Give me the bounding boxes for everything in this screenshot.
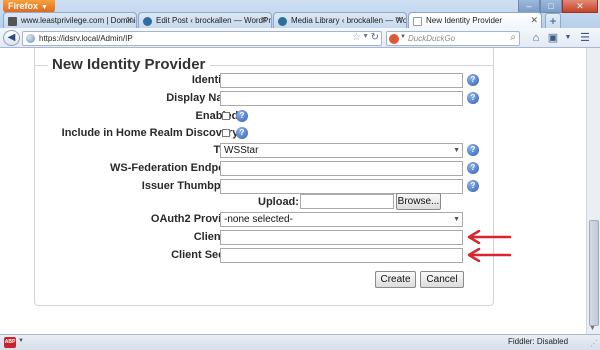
search-engine-dropdown-icon[interactable]: ▼ (400, 34, 406, 40)
page-favicon-icon (413, 17, 422, 26)
help-icon[interactable]: ? (467, 162, 479, 174)
firefox-menu-label: Firefox (8, 1, 39, 11)
identifier-input[interactable] (220, 73, 463, 88)
type-selected-value: WSStar (224, 145, 259, 156)
tab-edit-post[interactable]: Edit Post ‹ brockallen — WordPress ✕ (138, 12, 272, 29)
tab-media-library[interactable]: Media Library ‹ brockallen — WordPr... ✕ (273, 12, 407, 29)
site-favicon-icon (8, 17, 17, 26)
home-realm-checkbox[interactable] (222, 129, 230, 137)
form-legend: New Identity Provider (50, 56, 208, 73)
menu-icon[interactable]: ☰ (578, 31, 592, 45)
tab-close-icon[interactable]: ✕ (530, 15, 538, 26)
red-arrow-annotation-icon (467, 230, 512, 244)
tab-leastprivilege[interactable]: www.leastprivilege.com | Dominick B... ✕ (3, 12, 137, 29)
scroll-down-arrow-icon[interactable]: ▼ (589, 325, 596, 332)
browse-button[interactable]: Browse... (396, 193, 441, 210)
home-realm-label: Include in Home Realm Discovery: (61, 127, 242, 139)
identifier-row: Identifier: ? (34, 72, 494, 89)
form-actions: Create Cancel (34, 271, 494, 288)
resize-grip-icon: ⋰ (590, 339, 598, 348)
home-icon[interactable]: ⌂ (529, 31, 543, 45)
tab-strip: www.leastprivilege.com | Dominick B... ✕… (3, 12, 561, 29)
client-secret-input[interactable] (220, 248, 463, 263)
bookmark-star-icon[interactable]: ☆ (352, 32, 361, 43)
tab-label: Media Library ‹ brockallen — WordPr... (291, 16, 407, 25)
tab-label: New Identity Provider (426, 16, 503, 25)
status-bar: ABP ▼ Fiddler: Disabled ⋰ (0, 334, 600, 350)
close-window-button[interactable]: ✕ (562, 0, 598, 13)
home-realm-row: Include in Home Realm Discovery: ? (34, 125, 494, 142)
adblock-plus-icon[interactable]: ABP (4, 337, 16, 348)
type-select[interactable]: WSStar ▼ (220, 143, 463, 158)
tab-new-identity-provider[interactable]: New Identity Provider ✕ (408, 12, 542, 29)
upload-file-field[interactable] (300, 194, 394, 209)
chevron-down-icon: ▼ (453, 216, 460, 223)
globe-icon (26, 34, 35, 43)
client-secret-row: Client Secret: (34, 247, 494, 264)
client-id-row: Client ID: (34, 229, 494, 246)
wsfed-endpoint-row: WS-Federation Endpoint: ? (34, 160, 494, 177)
help-icon[interactable]: ? (236, 127, 248, 139)
help-icon[interactable]: ? (467, 180, 479, 192)
tab-label: Edit Post ‹ brockallen — WordPress (156, 16, 272, 25)
oauth2-provider-row: OAuth2 Provider: -none selected- ▼ (34, 211, 494, 228)
issuer-thumbprint-input[interactable] (220, 179, 463, 194)
wordpress-favicon-icon (278, 17, 287, 26)
red-arrow-annotation-icon (467, 248, 512, 262)
client-id-input[interactable] (220, 230, 463, 245)
enabled-checkbox[interactable] (222, 112, 230, 120)
tab-close-icon[interactable]: ✕ (395, 15, 403, 26)
create-button[interactable]: Create (375, 271, 416, 288)
scrollbar-thumb[interactable] (589, 220, 599, 326)
new-tab-button[interactable]: + (545, 13, 561, 29)
help-icon[interactable]: ? (467, 144, 479, 156)
type-row: Type: WSStar ▼ ? (34, 142, 494, 159)
help-icon[interactable]: ? (467, 74, 479, 86)
fieldset-border (34, 65, 48, 66)
url-bar[interactable]: https://idsrv.local/Admin/IP ☆ ▼ ↻ (22, 31, 382, 46)
oauth2-provider-select[interactable]: -none selected- ▼ (220, 212, 463, 227)
chevron-down-icon: ▼ (453, 147, 460, 154)
back-arrow-icon[interactable]: ◀ (3, 30, 20, 46)
duckduckgo-icon[interactable] (389, 34, 399, 44)
toolbar-dropdown-icon[interactable]: ▼ (561, 31, 575, 45)
fieldset-border (210, 65, 494, 66)
oauth2-provider-selected-value: -none selected- (224, 214, 293, 225)
navigation-bar: ◀ https://idsrv.local/Admin/IP ☆ ▼ ↻ ▼ D… (0, 28, 600, 48)
tab-close-icon[interactable]: ✕ (125, 15, 133, 26)
help-icon[interactable]: ? (467, 92, 479, 104)
search-bar[interactable]: ▼ DuckDuckGo ⌕ (386, 31, 520, 46)
help-icon[interactable]: ? (236, 110, 248, 122)
enabled-row: Enabled: ? (34, 108, 494, 125)
fiddler-status[interactable]: Fiddler: Disabled (508, 337, 568, 346)
chevron-down-icon: ▼ (41, 4, 48, 11)
display-name-input[interactable] (220, 91, 463, 106)
tab-close-icon[interactable]: ✕ (260, 15, 268, 26)
vertical-scrollbar[interactable]: ▼ (586, 48, 600, 334)
tab-label: www.leastprivilege.com | Dominick B... (21, 16, 136, 25)
title-bar: Firefox ▼ – □ ✕ www.leastprivilege.com | … (0, 0, 600, 29)
search-placeholder[interactable]: DuckDuckGo (408, 34, 455, 43)
wordpress-favicon-icon (143, 17, 152, 26)
search-icon[interactable]: ⌕ (510, 32, 516, 43)
downloads-icon[interactable]: ▣ (546, 31, 560, 45)
adblock-dropdown-icon[interactable]: ▼ (18, 338, 24, 344)
url-text[interactable]: https://idsrv.local/Admin/IP (39, 34, 133, 43)
wsfed-endpoint-input[interactable] (220, 161, 463, 176)
url-dropdown-icon[interactable]: ▼ (362, 33, 369, 40)
upload-row: Upload: Browse... (34, 193, 494, 210)
cancel-button[interactable]: Cancel (420, 271, 464, 288)
display-name-row: Display Name: ? (34, 90, 494, 107)
reload-icon[interactable]: ↻ (371, 32, 379, 43)
upload-label: Upload: (258, 196, 299, 208)
page-content: New Identity Provider Identifier: ? Disp… (0, 48, 586, 334)
